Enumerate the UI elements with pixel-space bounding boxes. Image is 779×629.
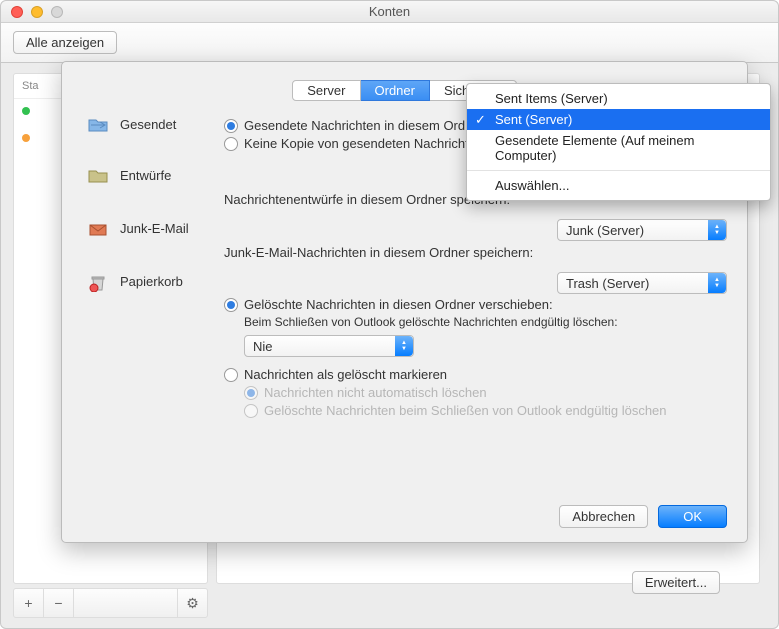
radio-label: Nachrichten nicht automatisch löschen <box>264 385 487 400</box>
sheet-footer: Abbrechen OK <box>559 505 727 528</box>
chevron-updown-icon <box>708 220 726 240</box>
settings-menu-button[interactable]: ⚙ <box>177 589 207 617</box>
toolbar: Alle anzeigen <box>1 23 778 63</box>
chevron-updown-icon <box>708 273 726 293</box>
radio-label: Gelöschte Nachrichten beim Schließen von… <box>264 403 667 418</box>
menu-item-local[interactable]: Gesendete Elemente (Auf meinem Computer) <box>467 130 770 166</box>
sent-folder-menu: Sent Items (Server) Sent (Server) Gesend… <box>466 83 771 201</box>
status-dot-icon <box>22 134 30 142</box>
menu-separator <box>467 170 770 171</box>
junk-folder-icon <box>88 221 108 237</box>
sidebar-footer: + − ⚙ <box>13 588 208 618</box>
trash-purgeclose-option: Gelöschte Nachrichten beim Schließen von… <box>244 403 727 418</box>
status-dot-icon <box>22 107 30 115</box>
sent-title: Gesendet <box>120 115 212 132</box>
trash-purge-select[interactable]: Nie <box>244 335 414 357</box>
remove-account-button[interactable]: − <box>44 589 74 617</box>
minus-icon: − <box>54 595 62 611</box>
trash-noauto-option: Nachrichten nicht automatisch löschen <box>244 385 727 400</box>
radio-icon <box>224 368 238 382</box>
drafts-folder-icon <box>88 168 108 184</box>
trash-mark-option[interactable]: Nachrichten als gelöscht markieren <box>224 367 727 382</box>
trash-move-option[interactable]: Gelöschte Nachrichten in diesen Ordner v… <box>224 297 727 312</box>
radio-label: Nachrichten als gelöscht markieren <box>244 367 447 382</box>
menu-item-sentitems[interactable]: Sent Items (Server) <box>467 88 770 109</box>
chevron-updown-icon <box>395 336 413 356</box>
radio-icon <box>224 137 238 151</box>
radio-icon <box>224 298 238 312</box>
select-value: Trash (Server) <box>566 276 649 291</box>
junk-title: Junk-E-Mail <box>120 219 212 236</box>
junk-folder-select[interactable]: Junk (Server) <box>557 219 727 241</box>
add-account-button[interactable]: + <box>14 589 44 617</box>
junk-desc: Junk-E-Mail-Nachrichten in diesem Ordner… <box>224 245 727 260</box>
section-trash: Papierkorb Trash (Server) Gelöschte Nach… <box>82 272 727 421</box>
radio-label: Keine Kopie von gesendeten Nachrichten s… <box>244 136 501 151</box>
menu-item-sent[interactable]: Sent (Server) <box>467 109 770 130</box>
plus-icon: + <box>24 595 32 611</box>
trash-title: Papierkorb <box>120 272 212 289</box>
gear-icon: ⚙ <box>186 595 199 612</box>
titlebar: Konten <box>1 1 778 23</box>
trash-folder-select[interactable]: Trash (Server) <box>557 272 727 294</box>
accounts-window: Konten Alle anzeigen Sta + − ⚙ Erweitert… <box>0 0 779 629</box>
trash-folder-icon <box>88 274 108 292</box>
radio-icon <box>224 119 238 133</box>
sent-folder-icon <box>88 117 108 133</box>
menu-item-choose[interactable]: Auswählen... <box>467 175 770 196</box>
section-junk: Junk-E-Mail Junk (Server) Junk-E-Mail-Na… <box>82 219 727 260</box>
select-value: Junk (Server) <box>566 223 644 238</box>
tab-server[interactable]: Server <box>292 80 360 101</box>
advanced-button[interactable]: Erweitert... <box>632 571 720 594</box>
show-all-button[interactable]: Alle anzeigen <box>13 31 117 54</box>
window-title: Konten <box>1 4 778 19</box>
ok-button[interactable]: OK <box>658 505 727 528</box>
tab-folder[interactable]: Ordner <box>361 80 430 101</box>
drafts-title: Entwürfe <box>120 166 212 183</box>
radio-icon <box>244 386 258 400</box>
trash-subdesc: Beim Schließen von Outlook gelöschte Nac… <box>244 315 727 329</box>
radio-label: Gesendete Nachrichten in diesem Ordner s… <box>244 118 501 133</box>
select-value: Nie <box>253 339 273 354</box>
cancel-button[interactable]: Abbrechen <box>559 505 648 528</box>
radio-label: Gelöschte Nachrichten in diesen Ordner v… <box>244 297 553 312</box>
radio-icon <box>244 404 258 418</box>
